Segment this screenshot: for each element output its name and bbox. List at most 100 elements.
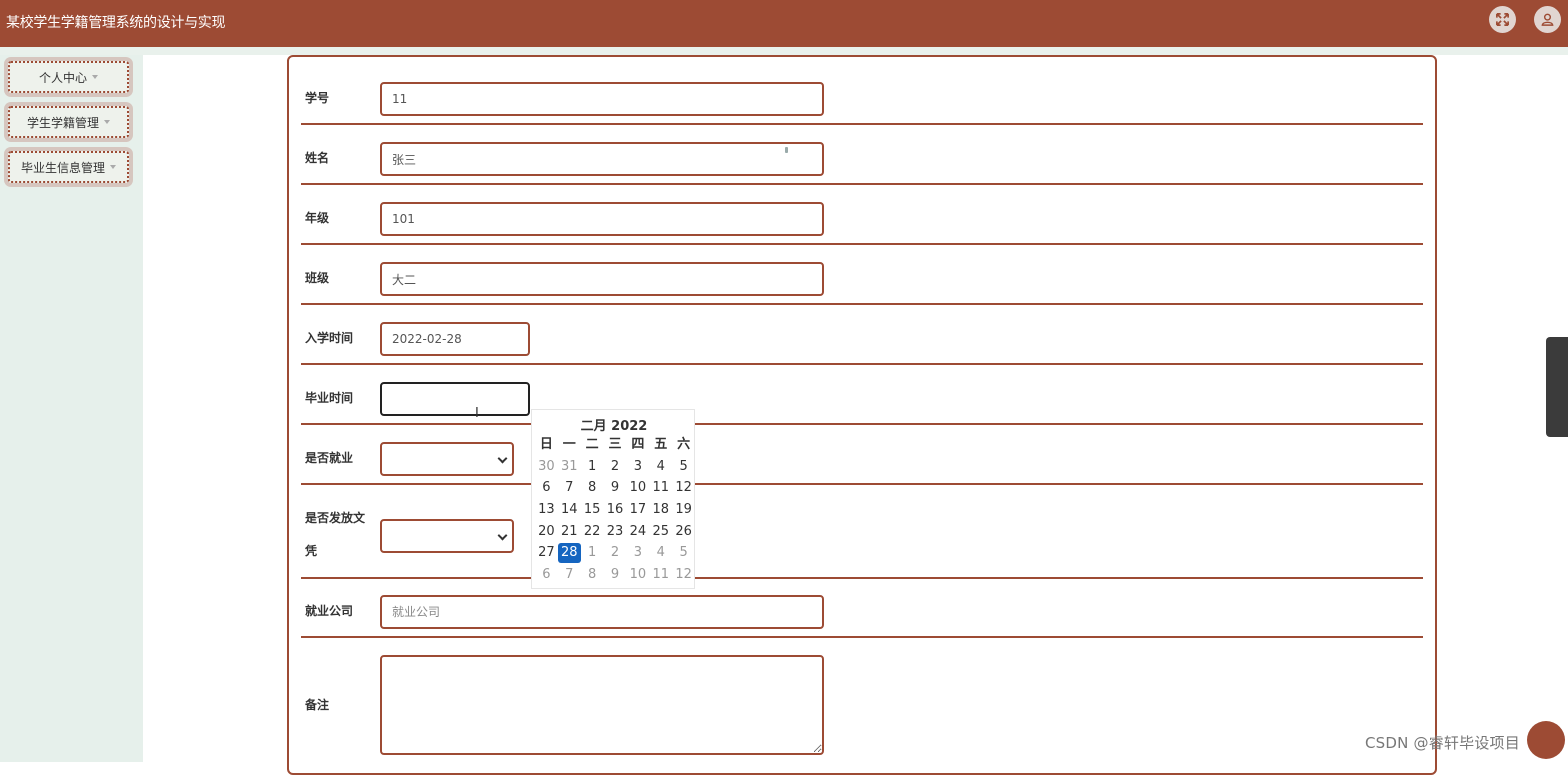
app-title: 某校学生学籍管理系统的设计与实现 — [6, 15, 226, 31]
calendar-day[interactable]: 18 — [649, 500, 672, 520]
calendar-day[interactable]: 9 — [604, 565, 627, 585]
caret-down-icon — [104, 120, 110, 124]
label-grad-date: 毕业时间 — [305, 391, 354, 405]
student-id-input[interactable] — [380, 82, 824, 116]
label-grade: 年级 — [305, 211, 330, 225]
user-icon[interactable] — [1534, 6, 1561, 33]
employed-select[interactable] — [380, 442, 514, 476]
calendar-day[interactable]: 6 — [535, 565, 558, 585]
calendar-day[interactable]: 14 — [558, 500, 581, 520]
name-input[interactable] — [380, 142, 824, 176]
calendar-grid: 日 一 二 三 四 五 六 30 31 1 2 3 4 5 6 7 8 9 10… — [535, 434, 695, 586]
label-diploma-line2: 凭 — [305, 544, 318, 558]
weekday-label: 日 — [539, 436, 553, 452]
sidebar-item-inner: 毕业生信息管理 — [8, 151, 129, 183]
calendar-week-row: 13 14 15 16 17 18 19 — [535, 499, 695, 521]
calendar-day[interactable]: 26 — [672, 522, 695, 542]
label-diploma-line1: 是否发放文 — [305, 511, 366, 525]
calendar-day[interactable]: 15 — [581, 500, 604, 520]
enroll-date-input[interactable] — [380, 322, 530, 356]
label-name: 姓名 — [305, 151, 330, 165]
label-remarks: 备注 — [305, 698, 330, 712]
calendar-day[interactable]: 12 — [672, 565, 695, 585]
calendar-day[interactable]: 13 — [535, 500, 558, 520]
label-enroll-date: 入学时间 — [305, 331, 354, 345]
calendar-day[interactable]: 17 — [626, 500, 649, 520]
calendar-day[interactable]: 24 — [626, 522, 649, 542]
sidebar-item-label: 毕业生信息管理 — [20, 160, 105, 175]
calendar-day[interactable]: 16 — [604, 500, 627, 520]
grad-date-input[interactable] — [380, 382, 530, 416]
calendar-week-row: 20 21 22 23 24 25 26 — [535, 521, 695, 543]
side-drawer-tab[interactable] — [1546, 337, 1568, 437]
input-indicator — [785, 147, 788, 153]
company-input[interactable] — [380, 595, 824, 629]
calendar-day[interactable]: 5 — [672, 457, 695, 477]
calendar-day[interactable]: 4 — [649, 543, 672, 563]
date-picker-popup: 二月 2022 日 一 二 三 四 五 六 30 31 1 2 3 4 5 6 … — [531, 409, 695, 589]
label-employed: 是否就业 — [305, 451, 354, 465]
calendar-day[interactable]: 8 — [581, 565, 604, 585]
floating-action-button[interactable] — [1527, 721, 1565, 759]
chevron-down-icon — [497, 530, 508, 541]
calendar-day[interactable]: 27 — [535, 543, 558, 563]
calendar-day[interactable]: 11 — [649, 565, 672, 585]
label-class: 班级 — [305, 271, 330, 285]
calendar-month-title[interactable]: 二月 2022 — [532, 415, 696, 434]
diploma-select[interactable] — [380, 519, 514, 553]
calendar-day[interactable]: 10 — [626, 565, 649, 585]
weekday-label: 三 — [608, 436, 622, 452]
calendar-day[interactable]: 31 — [558, 457, 581, 477]
calendar-day[interactable]: 9 — [604, 478, 627, 498]
sidebar-item-personal-center[interactable]: 个人中心 — [4, 57, 133, 97]
sidebar-item-label: 个人中心 — [38, 70, 87, 85]
grade-input[interactable] — [380, 202, 824, 236]
calendar-day[interactable]: 8 — [581, 478, 604, 498]
calendar-day[interactable]: 12 — [672, 478, 695, 498]
calendar-day-selected[interactable]: 28 — [557, 543, 581, 564]
chevron-down-icon — [497, 453, 508, 464]
calendar-day[interactable]: 7 — [558, 565, 581, 585]
weekday-label: 六 — [677, 436, 691, 452]
calendar-day[interactable]: 1 — [581, 543, 604, 563]
calendar-day[interactable]: 10 — [626, 478, 649, 498]
calendar-day[interactable]: 20 — [535, 522, 558, 542]
calendar-week-row: 30 31 1 2 3 4 5 — [535, 456, 695, 478]
calendar-day[interactable]: 19 — [672, 500, 695, 520]
calendar-day[interactable]: 3 — [626, 543, 649, 563]
sidebar-item-label: 学生学籍管理 — [26, 115, 99, 130]
user-icon-glyph — [1541, 13, 1554, 26]
calendar-day[interactable]: 25 — [649, 522, 672, 542]
class-input[interactable] — [380, 262, 824, 296]
calendar-day[interactable]: 2 — [604, 543, 627, 563]
weekday-label: 二 — [585, 436, 599, 452]
calendar-day[interactable]: 6 — [535, 478, 558, 498]
remarks-textarea[interactable] — [380, 655, 824, 755]
weekday-label: 四 — [631, 436, 645, 452]
calendar-day[interactable]: 4 — [649, 457, 672, 477]
expand-icon-glyph — [1496, 13, 1509, 26]
calendar-day[interactable]: 30 — [535, 457, 558, 477]
text-cursor-icon: I — [475, 406, 479, 421]
sidebar-item-inner: 个人中心 — [8, 61, 129, 93]
expand-icon[interactable] — [1489, 6, 1516, 33]
calendar-day[interactable]: 1 — [581, 457, 604, 477]
caret-down-icon — [92, 75, 98, 79]
calendar-week-row: 27 28 1 2 3 4 5 — [535, 542, 695, 564]
weekday-label: 五 — [654, 436, 668, 452]
caret-down-icon — [110, 165, 116, 169]
calendar-day[interactable]: 5 — [672, 543, 695, 563]
calendar-day[interactable]: 3 — [626, 457, 649, 477]
sidebar-item-student-records[interactable]: 学生学籍管理 — [4, 102, 133, 142]
sidebar-item-graduate-info[interactable]: 毕业生信息管理 — [4, 147, 133, 187]
calendar-day[interactable]: 22 — [581, 522, 604, 542]
calendar-day[interactable]: 23 — [604, 522, 627, 542]
calendar-day[interactable]: 11 — [649, 478, 672, 498]
calendar-day[interactable]: 7 — [558, 478, 581, 498]
header-strip — [0, 47, 1568, 55]
calendar-day[interactable]: 21 — [558, 522, 581, 542]
top-bar: 某校学生学籍管理系统的设计与实现 — [0, 0, 1568, 47]
label-student-id: 学号 — [305, 91, 330, 105]
calendar-week-row: 6 7 8 9 10 11 12 — [535, 477, 695, 499]
calendar-day[interactable]: 2 — [604, 457, 627, 477]
